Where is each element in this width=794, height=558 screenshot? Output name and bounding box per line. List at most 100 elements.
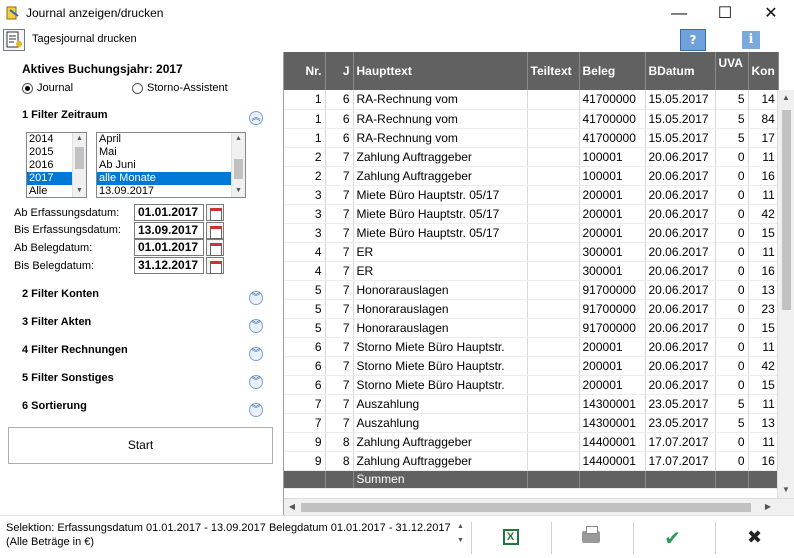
col-header-haupttext[interactable]: Haupttext [353, 52, 528, 90]
expand-down-icon[interactable]: ︾ [249, 347, 263, 361]
scroll-up-icon[interactable]: ▲ [73, 133, 86, 145]
section-filter-zeitraum[interactable]: 1 Filter Zeitraum [22, 109, 108, 121]
month-item[interactable]: Mai [97, 146, 245, 159]
col-header-teiltext[interactable]: Teiltext [527, 52, 580, 90]
month-listbox[interactable]: April Mai Ab Juni alle Monate 13.09.2017… [96, 132, 246, 198]
scroll-thumb[interactable] [782, 110, 791, 310]
cell-haupttext: Storno Miete Büro Hauptstr. [353, 356, 528, 376]
radio-storno[interactable]: Storno-Assistent [132, 82, 228, 94]
grid-vertical-scrollbar[interactable]: ▲ ▼ [777, 90, 794, 498]
scroll-left-icon[interactable]: ◀ [284, 499, 300, 515]
maximize-button[interactable]: ☐ [702, 0, 748, 28]
table-row[interactable]: 3 7 Miete Büro Hauptstr. 05/17 200001 20.06.… [284, 185, 779, 205]
scroll-thumb[interactable] [234, 159, 243, 179]
expand-down-icon[interactable]: ︾ [249, 375, 263, 389]
cell-uva: 0 [715, 318, 749, 338]
bis-erfassungsdatum-field[interactable]: 13.09.2017 [134, 222, 204, 239]
expand-down-icon[interactable]: ︾ [249, 291, 263, 305]
section-filter-sonstiges[interactable]: 5 Filter Sonstiges [22, 372, 114, 384]
cell-uva: 0 [715, 375, 749, 395]
expand-down-icon[interactable]: ︾ [249, 319, 263, 333]
ok-button[interactable]: ✔ [633, 522, 711, 554]
table-row[interactable]: 6 7 Storno Miete Büro Hauptstr. 200001 20.06… [284, 356, 779, 376]
cell-j: 7 [325, 280, 354, 300]
close-window-button[interactable]: ✕ [748, 0, 794, 28]
table-row[interactable]: 1 6 RA-Rechnung vom 41700000 15.05.2017 5 14 [284, 90, 779, 110]
table-row[interactable]: 4 7 ER 300001 20.06.2017 0 11 [284, 242, 779, 262]
excel-export-button[interactable]: X [471, 522, 549, 554]
calendar-icon[interactable] [206, 222, 224, 239]
cell-teiltext [527, 90, 580, 110]
start-button[interactable]: Start [8, 427, 273, 464]
cancel-button[interactable]: ✖ [715, 522, 793, 554]
section-filter-akten[interactable]: 3 Filter Akten [22, 316, 91, 328]
cell-beleg: 91700000 [579, 318, 646, 338]
ab-erfassungsdatum-field[interactable]: 01.01.2017 [134, 204, 204, 221]
col-header-beleg[interactable]: Beleg [579, 52, 646, 90]
scroll-right-icon[interactable]: ▶ [760, 499, 776, 515]
cell-uva: 5 [715, 413, 749, 433]
col-header-kon[interactable]: Kon [748, 52, 779, 90]
calendar-icon[interactable] [206, 204, 224, 221]
month-item[interactable]: April [97, 133, 245, 146]
table-row[interactable]: 4 7 ER 300001 20.06.2017 0 16 [284, 261, 779, 281]
table-row[interactable]: 3 7 Miete Büro Hauptstr. 05/17 200001 20.06.… [284, 223, 779, 243]
month-item[interactable]: Ab Juni [97, 159, 245, 172]
cell-bdatum: 20.06.2017 [645, 147, 716, 167]
print-button[interactable] [551, 522, 629, 554]
table-row[interactable]: 7 7 Auszahlung 14300001 23.05.2017 5 13 [284, 413, 779, 433]
journal-print-icon[interactable] [3, 29, 25, 51]
table-row[interactable]: 9 8 Zahlung Auftraggeber 14400001 17.07.2017… [284, 432, 779, 452]
scroll-down-icon[interactable]: ▼ [232, 185, 245, 197]
expand-down-icon[interactable]: ︾ [249, 403, 263, 417]
scroll-down-icon[interactable]: ▼ [457, 534, 467, 548]
table-row[interactable]: 5 7 Honorarauslagen 91700000 20.06.2017 0 13 [284, 280, 779, 300]
month-item[interactable]: 13.09.2017 [97, 185, 245, 197]
bis-belegdatum-field[interactable]: 31.12.2017 [134, 257, 204, 274]
grid-horizontal-scrollbar[interactable]: ◀ ▶ [284, 498, 794, 515]
calendar-icon[interactable] [206, 239, 224, 256]
table-row[interactable]: 9 8 Zahlung Auftraggeber 14400001 17.07.2017… [284, 451, 779, 471]
table-row[interactable]: 2 7 Zahlung Auftraggeber 100001 20.06.2017 0 1… [284, 147, 779, 167]
scroll-up-icon[interactable]: ▲ [457, 520, 467, 534]
minimize-button[interactable]: — [656, 0, 702, 28]
scroll-up-icon[interactable]: ▲ [232, 133, 245, 145]
help-button[interactable]: ? [680, 29, 706, 51]
table-row[interactable]: 5 7 Honorarauslagen 91700000 20.06.2017 0 23 [284, 299, 779, 319]
month-scrollbar[interactable]: ▲ ▼ [231, 133, 245, 197]
year-listbox[interactable]: 2014 2015 2016 2017 Alle ▲ ▼ [26, 132, 87, 198]
scroll-down-icon[interactable]: ▼ [778, 482, 794, 498]
radio-storno-dot[interactable] [132, 82, 143, 94]
scroll-thumb[interactable] [301, 503, 751, 512]
cell-kon: 13 [748, 413, 779, 433]
scroll-down-icon[interactable]: ▼ [73, 185, 86, 197]
table-row[interactable]: 6 7 Storno Miete Büro Hauptstr. 200001 20.06… [284, 375, 779, 395]
scroll-up-icon[interactable]: ▲ [778, 90, 794, 106]
col-header-bdatum[interactable]: BDatum [645, 52, 716, 90]
table-row[interactable]: 2 7 Zahlung Auftraggeber 100001 20.06.2017 0 1… [284, 166, 779, 186]
month-item-selected[interactable]: alle Monate [97, 172, 245, 185]
status-scroll-arrows[interactable]: ▲ ▼ [457, 520, 467, 554]
col-header-uva[interactable]: UVA [715, 52, 749, 90]
col-header-nr[interactable]: Nr. [284, 52, 326, 90]
table-row[interactable]: 1 6 RA-Rechnung vom 41700000 15.05.2017 5 84 [284, 109, 779, 129]
radio-journal[interactable]: Journal [22, 82, 73, 94]
table-row[interactable]: 1 6 RA-Rechnung vom 41700000 15.05.2017 5 17 [284, 128, 779, 148]
section-filter-rechnungen[interactable]: 4 Filter Rechnungen [22, 344, 128, 356]
collapse-up-icon[interactable]: ︽ [249, 111, 263, 125]
radio-journal-dot[interactable] [22, 82, 33, 94]
calendar-icon[interactable] [206, 257, 224, 274]
section-filter-konten[interactable]: 2 Filter Konten [22, 288, 99, 300]
info-icon[interactable]: i [742, 31, 760, 49]
table-row[interactable]: 5 7 Honorarauslagen 91700000 20.06.2017 0 15 [284, 318, 779, 338]
table-row[interactable]: 3 7 Miete Büro Hauptstr. 05/17 200001 20.06.… [284, 204, 779, 224]
table-row[interactable]: 6 7 Storno Miete Büro Hauptstr. 200001 20.06… [284, 337, 779, 357]
col-header-j[interactable]: J [325, 52, 354, 90]
year-scrollbar[interactable]: ▲ ▼ [72, 133, 86, 197]
ab-belegdatum-field[interactable]: 01.01.2017 [134, 239, 204, 256]
table-row[interactable]: 7 7 Auszahlung 14300001 23.05.2017 5 11 [284, 394, 779, 414]
cell-j: 7 [325, 204, 354, 224]
section-sortierung[interactable]: 6 Sortierung [22, 400, 87, 412]
scroll-thumb[interactable] [75, 147, 84, 169]
cell-beleg: 91700000 [579, 299, 646, 319]
